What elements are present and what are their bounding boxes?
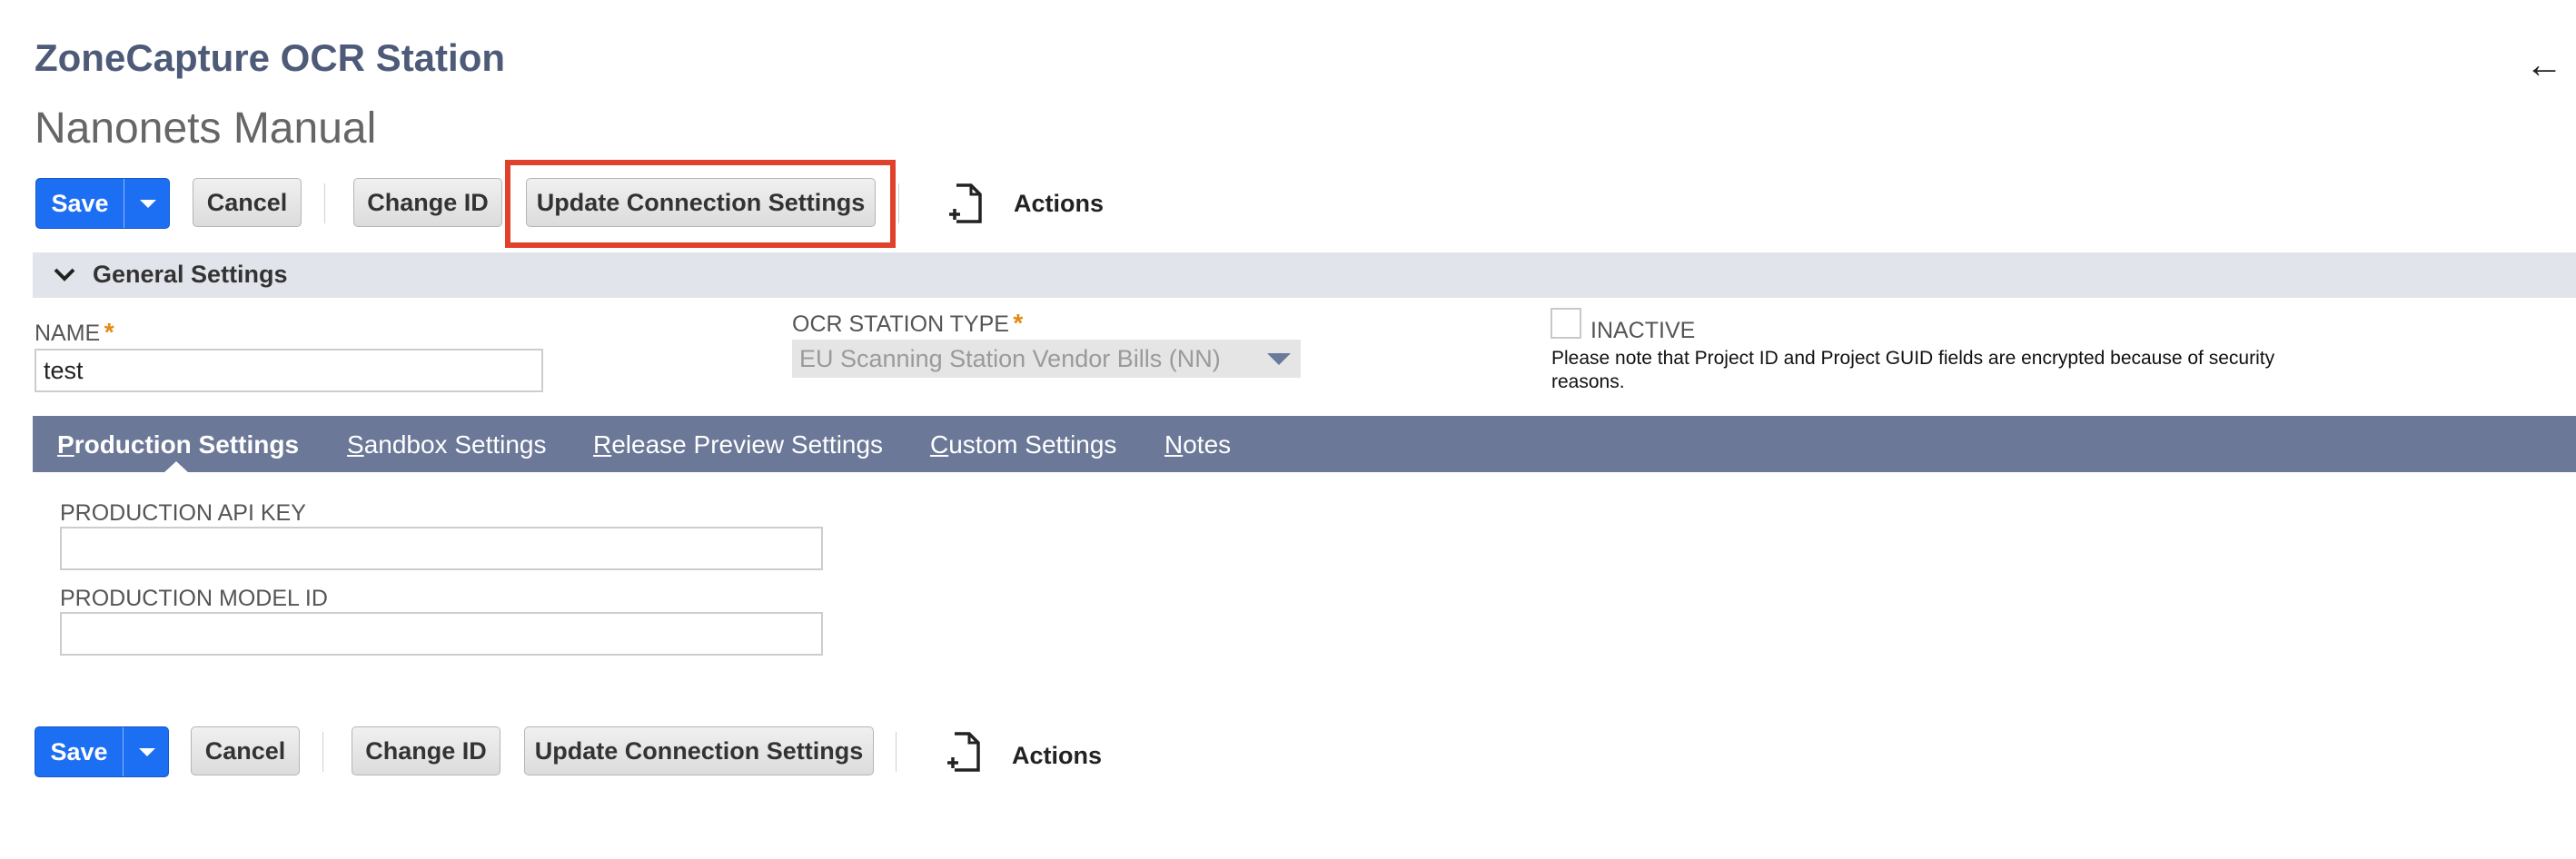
chevron-down-icon[interactable] [51, 262, 78, 289]
save-options-dropdown[interactable] [123, 727, 168, 776]
change-id-button[interactable]: Change ID [353, 178, 502, 227]
actions-menu[interactable]: Actions [1012, 730, 1102, 781]
name-label-group: NAME * [35, 318, 114, 347]
toolbar-divider [896, 732, 897, 772]
save-button[interactable]: Save [35, 727, 123, 776]
active-tab-pointer [163, 461, 189, 473]
back-arrow-icon[interactable]: ← [2525, 45, 2563, 84]
caret-down-icon [140, 199, 156, 208]
tab-sandbox-settings[interactable]: Sandbox Settings [347, 430, 547, 459]
name-label: NAME [35, 321, 101, 346]
ocr-station-type-label: OCR STATION TYPE [792, 311, 1009, 337]
toolbar-divider [322, 732, 323, 772]
dropdown-caret-icon [1267, 353, 1291, 365]
section-title: General Settings [93, 261, 288, 288]
bottom-toolbar: Save Cancel Change ID Update Connection … [35, 726, 1125, 779]
cancel-button[interactable]: Cancel [191, 726, 300, 775]
new-document-icon[interactable] [944, 730, 984, 774]
toolbar-divider [898, 183, 899, 223]
page-title: ZoneCapture OCR Station [35, 36, 506, 79]
production-model-id-label: PRODUCTION MODEL ID [60, 586, 328, 611]
production-api-key-label: PRODUCTION API KEY [60, 500, 306, 526]
save-button[interactable]: Save [36, 179, 124, 228]
name-field[interactable]: test [35, 349, 543, 392]
required-indicator: * [1013, 309, 1024, 337]
ocr-station-type-select: EU Scanning Station Vendor Bills (NN) [792, 340, 1301, 378]
cancel-button[interactable]: Cancel [193, 178, 302, 227]
required-indicator: * [104, 318, 114, 346]
tab-custom-settings[interactable]: Custom Settings [930, 430, 1116, 459]
new-document-icon[interactable] [946, 182, 986, 225]
tab-release-preview-settings[interactable]: Release Preview Settings [593, 430, 883, 459]
encryption-note: Please note that Project ID and Project … [1551, 348, 2275, 392]
general-settings-header[interactable] [33, 252, 2576, 298]
update-connection-settings-button[interactable]: Update Connection Settings [524, 726, 874, 775]
ocr-station-type-label-group: OCR STATION TYPE * [792, 309, 1023, 338]
inactive-label: INACTIVE [1590, 318, 1696, 343]
tab-notes[interactable]: Notes [1164, 430, 1231, 459]
save-button-group: Save [35, 178, 170, 229]
production-model-id-field[interactable] [60, 612, 823, 656]
save-button-group: Save [35, 726, 169, 777]
actions-menu[interactable]: Actions [1014, 178, 1104, 229]
change-id-button[interactable]: Change ID [352, 726, 500, 775]
highlight-annotation [505, 160, 896, 248]
tab-production-settings[interactable]: Production Settings [57, 430, 299, 459]
toolbar-divider [324, 183, 325, 223]
caret-down-icon [139, 747, 155, 756]
save-options-dropdown[interactable] [124, 179, 169, 228]
inactive-checkbox[interactable] [1551, 308, 1581, 339]
record-name: Nanonets Manual [35, 104, 377, 153]
production-api-key-field[interactable] [60, 527, 823, 570]
